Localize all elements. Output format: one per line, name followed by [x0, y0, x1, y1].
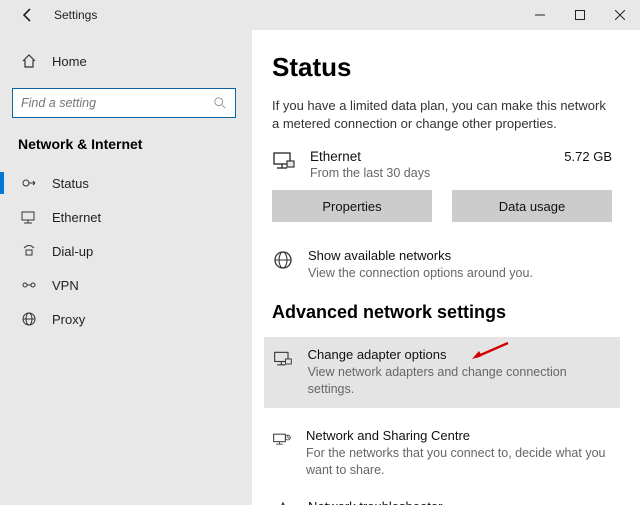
close-button[interactable] [600, 0, 640, 30]
nav-label: Dial-up [52, 244, 93, 259]
search-icon [213, 96, 227, 110]
window-controls [520, 0, 640, 30]
page-description: If you have a limited data plan, you can… [272, 97, 612, 133]
ethernet-size: 5.72 GB [564, 149, 612, 164]
maximize-button[interactable] [560, 0, 600, 30]
section-heading: Network & Internet [0, 132, 252, 166]
option-sub: For the networks that you connect to, de… [306, 445, 612, 479]
red-arrow-annotation [470, 341, 510, 361]
ethernet-name: Ethernet [310, 149, 550, 164]
nav-vpn[interactable]: VPN [0, 268, 252, 302]
maximize-icon [575, 10, 585, 20]
nav-label: Status [52, 176, 89, 191]
data-usage-button[interactable]: Data usage [452, 190, 612, 222]
sharing-icon [272, 428, 292, 450]
sharing-centre-option[interactable]: Network and Sharing Centre For the netwo… [272, 428, 612, 479]
status-icon [20, 175, 38, 191]
nav-proxy[interactable]: Proxy [0, 302, 252, 336]
option-title: Change adapter options [308, 347, 612, 362]
home-label: Home [52, 54, 87, 69]
minimize-button[interactable] [520, 0, 560, 30]
proxy-icon [20, 311, 38, 327]
nav-label: Ethernet [52, 210, 101, 225]
arrow-left-icon [20, 7, 36, 23]
troubleshooter-option[interactable]: Network troubleshooter Diagnose and fix … [272, 499, 612, 505]
nav-label: Proxy [52, 312, 85, 327]
ethernet-usage-row: Ethernet From the last 30 days 5.72 GB [272, 149, 612, 180]
ethernet-icon [20, 209, 38, 225]
nav-status[interactable]: Status [0, 166, 252, 200]
sidebar: Home Network & Internet Status Ethernet … [0, 30, 252, 505]
home-button[interactable]: Home [0, 44, 252, 78]
show-networks-option[interactable]: Show available networks View the connect… [272, 248, 612, 282]
properties-button[interactable]: Properties [272, 190, 432, 222]
title-bar: Settings [0, 0, 640, 30]
back-button[interactable] [20, 7, 36, 23]
content-pane: Status If you have a limited data plan, … [252, 30, 640, 505]
option-title: Network and Sharing Centre [306, 428, 612, 443]
vpn-icon [20, 277, 38, 293]
option-title: Network troubleshooter [308, 499, 507, 505]
search-input[interactable] [21, 96, 213, 110]
nav-label: VPN [52, 278, 79, 293]
window-title: Settings [54, 8, 97, 22]
nav-dialup[interactable]: Dial-up [0, 234, 252, 268]
change-adapter-option[interactable]: Change adapter options View network adap… [264, 337, 620, 408]
advanced-heading: Advanced network settings [272, 302, 612, 323]
home-icon [20, 53, 38, 69]
option-sub: View network adapters and change connect… [308, 364, 612, 398]
page-title: Status [272, 52, 612, 83]
search-box[interactable] [12, 88, 236, 118]
globe-icon [272, 248, 294, 270]
nav-ethernet[interactable]: Ethernet [0, 200, 252, 234]
adapter-icon [272, 347, 294, 369]
monitor-icon [272, 149, 296, 178]
option-title: Show available networks [308, 248, 533, 263]
dialup-icon [20, 243, 38, 259]
ethernet-period: From the last 30 days [310, 166, 550, 180]
minimize-icon [535, 10, 545, 20]
option-sub: View the connection options around you. [308, 265, 533, 282]
warning-icon [272, 499, 294, 505]
close-icon [615, 10, 625, 20]
